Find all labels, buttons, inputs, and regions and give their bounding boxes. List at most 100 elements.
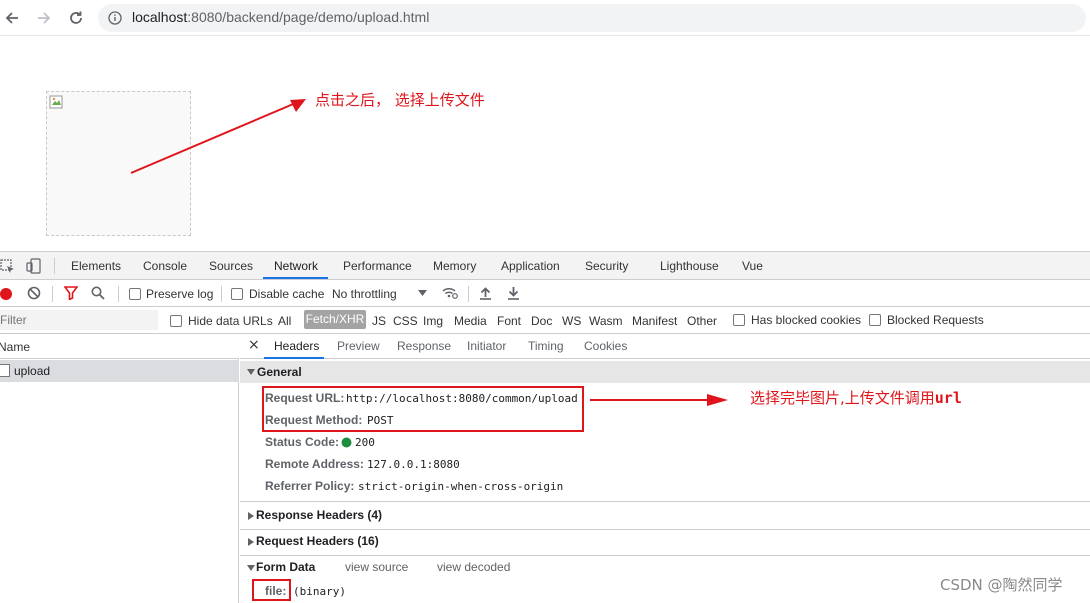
blocked-requests-checkbox[interactable] (869, 314, 881, 326)
reload-button[interactable] (64, 6, 88, 30)
close-icon[interactable]: × (248, 337, 260, 353)
preserve-log-checkbox[interactable] (129, 288, 141, 300)
tab-console[interactable]: Console (143, 259, 187, 273)
network-conditions-icon[interactable] (441, 285, 459, 301)
remote-address-key: Remote Address: (265, 457, 364, 471)
browser-toolbar: localhost:8080/backend/page/demo/upload.… (0, 0, 1090, 36)
request-method-value: POST (367, 414, 394, 427)
filter-type-other[interactable]: Other (687, 314, 717, 328)
tab-cookies[interactable]: Cookies (584, 339, 627, 353)
filter-type-font[interactable]: Font (497, 314, 521, 328)
form-file-value: (binary) (293, 585, 346, 598)
reload-icon (70, 11, 82, 24)
status-code-value: 200 (355, 436, 375, 449)
csdn-watermark: CSDN @陶然同学 (940, 576, 1063, 594)
throttling-select[interactable]: No throttling (332, 287, 397, 301)
form-data-section[interactable]: Form Data view source view decoded (240, 558, 840, 578)
tab-lighthouse[interactable]: Lighthouse (660, 259, 719, 273)
toolbar-divider (54, 258, 55, 274)
request-name: upload (14, 364, 51, 378)
request-headers-title: Request Headers (16) (256, 534, 379, 548)
annotation-right-text: 选择完毕图片,上传文件调用 (750, 389, 935, 407)
forward-arrow-icon (38, 12, 51, 24)
dropdown-arrow-icon[interactable] (418, 290, 427, 297)
annotation-right: 选择完毕图片,上传文件调用url (750, 387, 962, 408)
info-icon[interactable] (108, 11, 122, 25)
tab-performance[interactable]: Performance (343, 259, 412, 273)
section-divider (240, 555, 1090, 556)
annotation-arrow-top (130, 99, 306, 174)
response-headers-section[interactable]: Response Headers (4) (240, 506, 640, 526)
tab-security[interactable]: Security (585, 259, 628, 273)
device-toolbar-icon[interactable] (26, 258, 42, 274)
filter-type-js[interactable]: JS (372, 314, 386, 328)
status-ok-icon (341, 437, 352, 448)
import-har-icon[interactable] (479, 286, 492, 300)
forward-button[interactable] (32, 6, 56, 30)
referrer-policy-value: strict-origin-when-cross-origin (358, 480, 564, 493)
tab-headers[interactable]: Headers (274, 339, 319, 353)
filter-type-wasm[interactable]: Wasm (589, 314, 623, 328)
network-toolbar: Preserve log Disable cache No throttling (0, 280, 1090, 307)
active-tab-indicator (263, 277, 328, 279)
general-title: General (257, 365, 302, 379)
back-arrow-icon (5, 12, 18, 24)
tab-initiator[interactable]: Initiator (467, 339, 506, 353)
request-row-upload[interactable]: upload (0, 360, 239, 382)
request-headers-section[interactable]: Request Headers (16) (240, 532, 640, 552)
form-data-title: Form Data (256, 560, 316, 574)
expanded-triangle-icon (247, 369, 255, 375)
toolbar-divider (221, 286, 222, 302)
tab-response[interactable]: Response (397, 339, 451, 353)
filter-type-ws[interactable]: WS (562, 314, 581, 328)
request-details: × Headers Preview Response Initiator Tim… (240, 334, 1090, 603)
has-blocked-cookies-checkbox[interactable] (733, 314, 745, 326)
disable-cache-checkbox[interactable] (231, 288, 243, 300)
toolbar-divider (468, 286, 469, 302)
url-path: :8080/backend/page/demo/upload.html (187, 9, 430, 25)
record-icon[interactable] (0, 287, 14, 301)
hide-data-urls-checkbox[interactable] (170, 315, 182, 327)
filter-type-manifest[interactable]: Manifest (632, 314, 677, 328)
search-icon[interactable] (91, 286, 105, 300)
referrer-policy-key: Referrer Policy: (265, 479, 355, 493)
view-decoded-link[interactable]: view decoded (437, 560, 510, 574)
clear-icon[interactable] (27, 286, 41, 300)
request-url-value: http://localhost:8080/common/upload (346, 392, 578, 405)
filter-type-media[interactable]: Media (454, 314, 487, 328)
annotation-right-code: url (934, 389, 962, 407)
tab-elements[interactable]: Elements (71, 259, 121, 273)
filter-input[interactable] (0, 310, 158, 330)
filter-type-doc[interactable]: Doc (531, 314, 552, 328)
broken-image-icon (49, 95, 63, 109)
tab-memory[interactable]: Memory (433, 259, 476, 273)
filter-type-all[interactable]: All (278, 314, 291, 328)
filter-bar: Hide data URLs All Fetch/XHR JS CSS Img … (0, 307, 1090, 334)
form-file-key: file: (265, 584, 287, 598)
filter-type-css[interactable]: CSS (393, 314, 418, 328)
filter-icon[interactable] (64, 286, 78, 300)
tab-timing[interactable]: Timing (528, 339, 564, 353)
url-text[interactable]: localhost:8080/backend/page/demo/upload.… (132, 9, 429, 25)
view-source-link[interactable]: view source (345, 560, 408, 574)
tab-vue[interactable]: Vue (742, 259, 763, 273)
tab-sources[interactable]: Sources (209, 259, 253, 273)
url-host: localhost (132, 9, 188, 25)
file-icon (0, 364, 10, 377)
tab-preview[interactable]: Preview (337, 339, 380, 353)
blocked-requests-label: Blocked Requests (887, 313, 984, 327)
request-list: Name upload (0, 334, 239, 603)
export-har-icon[interactable] (507, 286, 520, 300)
tab-application[interactable]: Application (501, 259, 560, 273)
inspect-element-icon[interactable] (0, 259, 16, 275)
filter-type-img[interactable]: Img (423, 314, 443, 328)
collapsed-triangle-icon (248, 538, 254, 546)
name-header-label: Name (0, 340, 31, 354)
general-section-header[interactable]: General (240, 361, 1090, 383)
name-column-header[interactable]: Name (0, 334, 239, 359)
status-code-key: Status Code: (265, 435, 340, 449)
tab-network[interactable]: Network (274, 259, 318, 273)
devtools-panel: Elements Console Sources Network Perform… (0, 251, 1090, 603)
filter-type-fetch-xhr[interactable]: Fetch/XHR (304, 310, 366, 329)
back-button[interactable] (0, 6, 24, 30)
